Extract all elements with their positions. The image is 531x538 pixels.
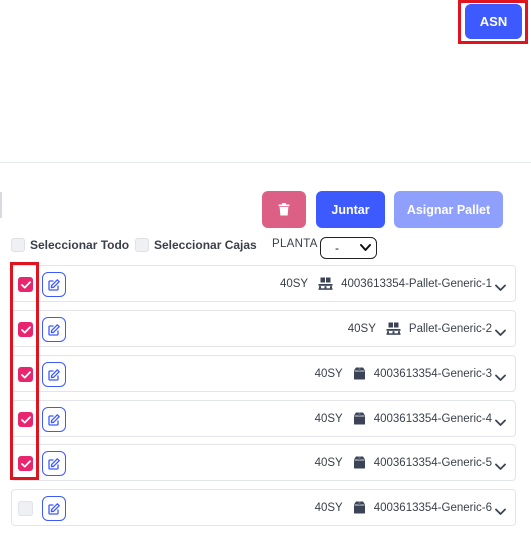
planta-select-value: - — [335, 241, 339, 255]
item-name: 4003613354-Generic-5 — [373, 456, 492, 469]
edit-button[interactable] — [42, 451, 66, 476]
planta-label: PLANTA — [272, 238, 318, 250]
trash-icon — [278, 203, 290, 216]
edit-icon — [48, 413, 60, 426]
item-info: 40SY 4003613354-Pallet-Generic-1 — [280, 266, 492, 301]
item-code: 40SY — [347, 322, 376, 335]
edit-icon — [48, 278, 60, 291]
chevron-down-icon[interactable] — [495, 414, 506, 432]
chevron-down-icon[interactable] — [495, 369, 506, 387]
chevron-down-icon — [360, 244, 371, 251]
select-boxes-checkbox[interactable]: Seleccionar Cajas — [135, 236, 257, 254]
item-code: 40SY — [314, 501, 343, 514]
item-info: 40SY 4003613354-Generic-6 — [315, 490, 492, 525]
checkbox-box[interactable] — [135, 238, 149, 252]
select-boxes-label: Seleccionar Cajas — [154, 238, 257, 252]
select-all-label: Seleccionar Todo — [30, 238, 130, 252]
highlight-asn — [458, 0, 528, 44]
select-all-checkbox[interactable]: Seleccionar Todo — [11, 236, 129, 254]
chevron-down-icon[interactable] — [495, 279, 506, 297]
join-button[interactable]: Juntar — [316, 191, 385, 228]
pallet-icon — [386, 322, 401, 335]
item-code: 40SY — [279, 277, 309, 290]
edit-icon — [48, 457, 60, 470]
list-item[interactable]: 40SY 4003613354-Generic-6 — [11, 489, 516, 526]
list-item[interactable]: 40SY 4003613354-Generic-5 — [11, 444, 516, 481]
box-icon — [353, 367, 366, 380]
chevron-down-icon[interactable] — [495, 503, 506, 521]
edit-button[interactable] — [42, 496, 66, 521]
edit-button[interactable] — [42, 272, 66, 297]
list-item[interactable]: 40SY 4003613354-Generic-4 — [11, 400, 516, 437]
edit-button[interactable] — [42, 407, 66, 432]
box-icon — [353, 501, 366, 514]
item-code: 40SY — [314, 367, 343, 380]
item-checkbox[interactable] — [18, 501, 33, 516]
item-name: 4003613354-Pallet-Generic-1 — [341, 277, 492, 290]
edit-button[interactable] — [42, 362, 66, 387]
box-icon — [353, 412, 366, 425]
list-item[interactable]: 40SY Pallet-Generic-2 — [11, 310, 516, 347]
item-name: 4003613354-Generic-3 — [373, 367, 492, 380]
item-name: Pallet-Generic-2 — [408, 322, 492, 335]
chevron-down-icon[interactable] — [495, 458, 506, 476]
item-info: 40SY Pallet-Generic-2 — [348, 311, 492, 346]
edit-icon — [48, 368, 60, 381]
item-info: 40SY 4003613354-Generic-5 — [315, 445, 492, 480]
checkbox-box[interactable] — [11, 238, 25, 252]
highlight-checkboxes — [10, 262, 39, 480]
list-item[interactable]: 40SY 4003613354-Generic-3 — [11, 355, 516, 392]
pallet-icon — [318, 277, 333, 290]
planta-select[interactable]: - — [320, 237, 377, 259]
item-name: 4003613354-Generic-4 — [373, 412, 492, 425]
item-info: 40SY 4003613354-Generic-4 — [315, 401, 492, 436]
assign-pallet-button[interactable]: Asignar Pallet — [394, 191, 503, 228]
panel-edge — [0, 192, 2, 218]
chevron-down-icon[interactable] — [495, 324, 506, 342]
item-code: 40SY — [314, 456, 343, 469]
divider — [0, 162, 531, 163]
box-icon — [353, 456, 366, 469]
item-name: 4003613354-Generic-6 — [373, 501, 492, 514]
header-area — [0, 0, 531, 162]
item-code: 40SY — [314, 412, 343, 425]
edit-icon — [48, 502, 60, 515]
list-item[interactable]: 40SY 4003613354-Pallet-Generic-1 — [11, 265, 516, 302]
item-info: 40SY 4003613354-Generic-3 — [315, 356, 492, 391]
delete-button[interactable] — [262, 191, 306, 228]
edit-icon — [48, 323, 60, 336]
edit-button[interactable] — [42, 317, 66, 342]
